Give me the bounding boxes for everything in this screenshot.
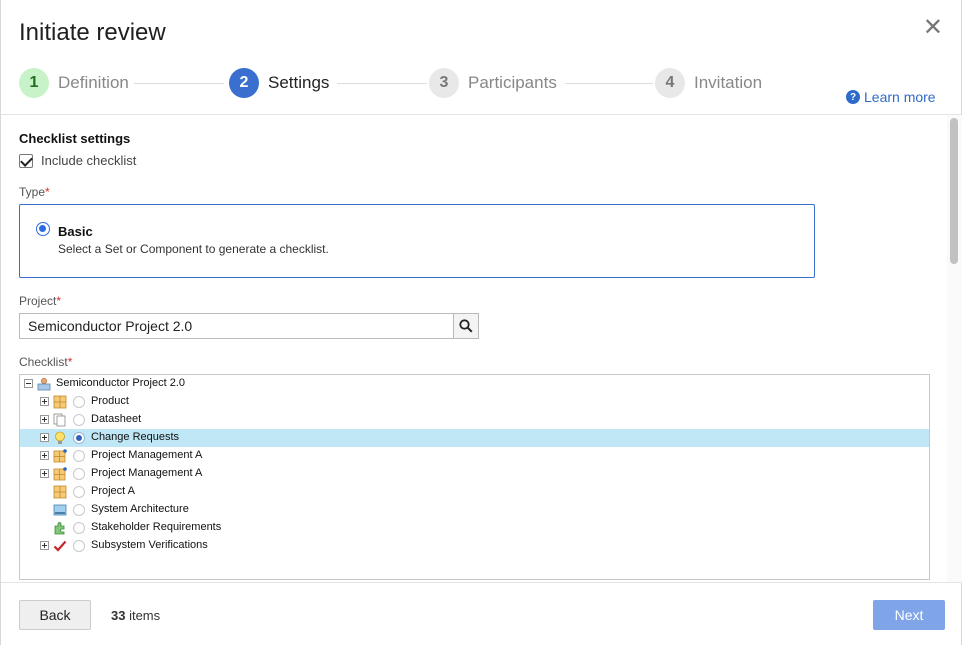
expand-icon[interactable] [40, 469, 49, 478]
learn-more-label: Learn more [864, 89, 936, 105]
tree-item-radio[interactable] [73, 522, 85, 534]
tree-root[interactable]: Semiconductor Project 2.0 [20, 375, 929, 393]
checkmark-icon [53, 540, 67, 552]
help-icon: ? [846, 90, 860, 104]
step-label: Participants [468, 73, 557, 92]
tree-item[interactable]: Project A [20, 483, 929, 501]
step-connector [337, 83, 427, 84]
radio-selected-icon[interactable] [36, 222, 50, 236]
search-icon [459, 319, 473, 333]
dialog-title: Initiate review [19, 19, 166, 46]
expand-icon[interactable] [40, 397, 49, 406]
step-number: 4 [655, 68, 685, 98]
expand-icon[interactable] [40, 433, 49, 442]
settings-content: Checklist settings Include checklist Typ… [1, 115, 947, 582]
step-label: Settings [268, 73, 330, 92]
step-label: Invitation [694, 73, 763, 92]
tree-item[interactable]: Datasheet [20, 411, 929, 429]
tree-item-label: Datasheet [91, 413, 142, 425]
project-search-button[interactable] [453, 313, 479, 339]
tree-item-label: Stakeholder Requirements [91, 521, 222, 533]
tree-item-radio[interactable] [73, 450, 85, 462]
tree-item[interactable]: Subsystem Verifications [20, 537, 929, 555]
tree-item-radio[interactable] [73, 432, 85, 444]
scrollbar-thumb[interactable] [950, 118, 958, 264]
grid-icon [53, 395, 67, 409]
tree-item[interactable]: Project Management A [20, 465, 929, 483]
tree-item-radio[interactable] [73, 504, 85, 516]
section-title: Checklist settings [19, 131, 131, 146]
item-count-number: 33 [111, 608, 126, 623]
tree-item[interactable]: Project Management A [20, 447, 929, 465]
expand-icon[interactable] [40, 541, 49, 550]
grid-dot-icon [53, 467, 67, 481]
type-option-description: Select a Set or Component to generate a … [58, 242, 329, 256]
required-mark: * [45, 185, 50, 199]
expand-icon[interactable] [40, 451, 49, 460]
image-icon [53, 504, 67, 516]
tree-item-radio[interactable] [73, 468, 85, 480]
close-icon[interactable]: ✕ [923, 16, 943, 40]
checkbox-checked-icon[interactable] [19, 153, 33, 168]
tree-item-radio[interactable] [73, 396, 85, 408]
type-label-text: Type [19, 185, 46, 199]
tree-root-label: Semiconductor Project 2.0 [56, 377, 186, 389]
expand-icon[interactable] [40, 415, 49, 424]
lightbulb-icon [55, 431, 65, 444]
next-button[interactable]: Next [873, 600, 945, 630]
tree-item-radio[interactable] [73, 486, 85, 498]
step-participants[interactable]: 3 Participants [429, 68, 557, 98]
checklist-label-text: Checklist [19, 355, 68, 369]
tree-item-label: Project A [91, 485, 136, 497]
tree-item-label: Product [91, 395, 129, 407]
tree-item[interactable]: Stakeholder Requirements [20, 519, 929, 537]
step-connector [134, 83, 224, 84]
include-checklist-label: Include checklist [41, 153, 137, 168]
tree-item-label: Project Management A [91, 467, 203, 479]
tree-item-label: System Architecture [91, 503, 189, 515]
back-button[interactable]: Back [19, 600, 91, 630]
tree-item[interactable]: Product [20, 393, 929, 411]
puzzle-icon [54, 522, 65, 535]
type-option-name: Basic [58, 224, 93, 239]
tree-item-label: Change Requests [91, 431, 180, 443]
required-mark: * [56, 294, 62, 308]
tree-item-radio[interactable] [73, 540, 85, 552]
checklist-tree: Semiconductor Project 2.0 Product Datash… [19, 374, 930, 580]
step-number: 3 [429, 68, 459, 98]
project-icon [37, 378, 51, 391]
tree-item-selected[interactable]: Change Requests [20, 429, 929, 447]
step-label: Definition [58, 73, 129, 92]
project-label-text: Project [19, 294, 57, 308]
divider [1, 582, 962, 583]
grid-icon [53, 485, 67, 499]
project-input[interactable] [19, 313, 453, 339]
tree-item-label: Project Management A [91, 449, 203, 461]
tree-item[interactable]: System Architecture [20, 501, 929, 519]
step-number: 1 [19, 68, 49, 98]
step-number: 2 [229, 68, 259, 98]
type-option-basic[interactable]: Basic Select a Set or Component to gener… [19, 204, 815, 278]
initiate-review-dialog: Initiate review ✕ 1 Definition 2 Setting… [0, 0, 962, 645]
collapse-icon[interactable] [24, 379, 33, 388]
type-label: Type* [19, 185, 50, 199]
step-invitation[interactable]: 4 Invitation [655, 68, 762, 98]
learn-more-link[interactable]: ? Learn more [846, 89, 936, 105]
step-settings[interactable]: 2 Settings [229, 68, 329, 98]
required-mark: * [67, 355, 73, 369]
item-count: 33 items [111, 608, 160, 623]
stepper: 1 Definition 2 Settings 3 Participants 4… [19, 68, 779, 100]
tree-item-label: Subsystem Verifications [91, 539, 208, 551]
grid-dot-icon [53, 449, 67, 463]
step-connector [565, 83, 653, 84]
checklist-label: Checklist* [19, 355, 72, 369]
project-label: Project* [19, 294, 61, 308]
tree-item-radio[interactable] [73, 414, 85, 426]
include-checklist-checkbox[interactable]: Include checklist [19, 153, 136, 168]
step-definition[interactable]: 1 Definition [19, 68, 129, 98]
item-count-suffix: items [125, 608, 161, 623]
content-scrollbar[interactable] [947, 115, 962, 582]
documents-icon [53, 413, 66, 427]
